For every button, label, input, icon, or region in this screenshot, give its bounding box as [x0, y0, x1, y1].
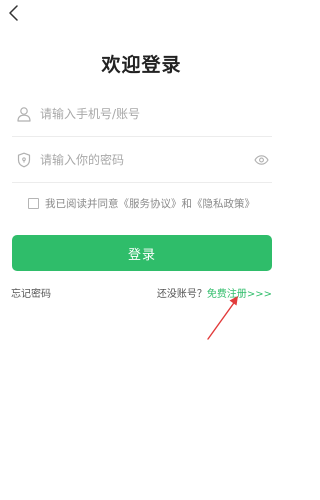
no-account-text: 还没账号？	[156, 289, 207, 300]
password-field	[12, 138, 272, 183]
agreement-prefix: 我已阅读并同意	[45, 198, 119, 210]
eye-icon	[253, 155, 269, 165]
forgot-password-link[interactable]: 忘记密码	[11, 285, 51, 300]
chevron-left-icon	[9, 5, 18, 21]
password-visibility-toggle[interactable]	[250, 150, 272, 170]
register-link[interactable]: 免费注册>>>	[207, 285, 272, 300]
password-input[interactable]	[40, 148, 250, 172]
phone-input[interactable]	[40, 102, 272, 126]
agreement-checkbox[interactable]	[28, 198, 39, 209]
shield-icon	[14, 150, 34, 170]
page-title: 欢迎登录	[101, 54, 182, 76]
login-button[interactable]: 登录	[12, 235, 272, 271]
agreement-row: 我已阅读并同意 《服务协议》 和 《隐私政策》	[0, 196, 283, 211]
privacy-policy-link[interactable]: 《隐私政策》	[192, 196, 255, 211]
back-button[interactable]	[4, 2, 24, 24]
service-agreement-link[interactable]: 《服务协议》	[119, 196, 182, 211]
phone-field	[12, 92, 272, 137]
user-icon	[14, 104, 34, 124]
register-row: 还没账号？ 免费注册>>>	[157, 285, 272, 300]
agreement-and: 和	[181, 198, 193, 210]
